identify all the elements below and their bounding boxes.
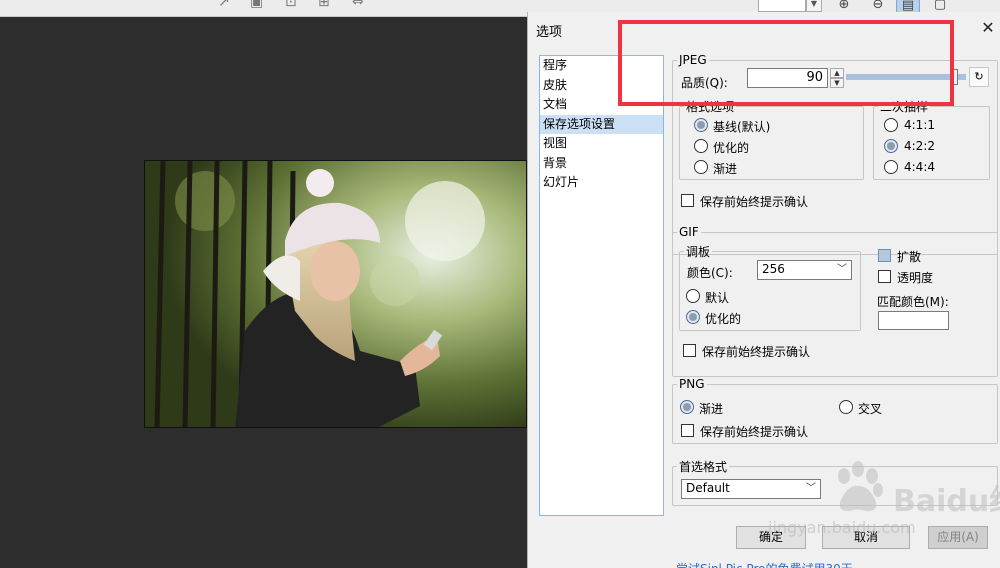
png-interlaced-label: 交叉 <box>858 402 883 416</box>
dither-label: 扩散 <box>897 250 922 264</box>
png-confirm-checkbox[interactable] <box>681 424 694 437</box>
palette-default-radio[interactable] <box>686 289 700 303</box>
preferred-format-value: Default <box>686 481 730 495</box>
baidu-paw-icon <box>838 461 883 512</box>
preferred-format-legend: 首选格式 <box>679 460 728 474</box>
subsample-444-radio[interactable] <box>884 160 898 174</box>
png-confirm-label: 保存前始终提示确认 <box>700 425 809 439</box>
match-color-label: 匹配颜色(M): <box>877 295 949 309</box>
format-baseline-label: 基线(默认) <box>713 120 771 134</box>
reset-quality-icon[interactable]: ↻ <box>969 67 989 87</box>
crop-icon[interactable]: ⊡ <box>285 0 297 10</box>
subsample-444-label: 4:4:4 <box>904 160 935 174</box>
nav-item-view[interactable]: 视图 <box>540 134 663 154</box>
watermark-brand: Baidu经验 <box>893 484 1000 519</box>
gif-confirm-label: 保存前始终提示确认 <box>702 345 811 359</box>
preferred-format-select[interactable]: Default ﹀ <box>681 479 821 499</box>
subsample-411-label: 4:1:1 <box>904 118 935 132</box>
gif-confirm-checkbox[interactable] <box>683 344 696 357</box>
format-progressive-label: 渐进 <box>713 162 738 176</box>
palette-optimized-label: 优化的 <box>705 312 742 326</box>
resize-icon[interactable]: ⇔ <box>352 0 364 10</box>
gif-legend: GIF <box>679 225 699 239</box>
close-icon[interactable]: ✕ <box>979 18 997 37</box>
apply-button[interactable]: 应用(A) <box>928 526 988 549</box>
palette-legend: 调板 <box>686 245 711 259</box>
chevron-down-icon: ﹀ <box>837 264 847 275</box>
fit-icon[interactable]: ⊞ <box>318 0 330 10</box>
format-optimized-radio[interactable] <box>694 139 708 153</box>
subsample-422-radio[interactable] <box>884 139 898 153</box>
subsample-411-radio[interactable] <box>884 118 898 132</box>
colors-label: 颜色(C): <box>687 266 733 280</box>
nav-item-background[interactable]: 背景 <box>540 154 663 174</box>
nav-item-save-options[interactable]: 保存选项设置 <box>540 114 663 134</box>
preview-photo <box>144 160 527 428</box>
match-color-input[interactable] <box>878 311 949 330</box>
options-nav-list: 程序 皮肤 文档 保存选项设置 视图 背景 幻灯片 <box>539 55 664 516</box>
format-baseline-radio[interactable] <box>694 118 708 132</box>
chevron-down-icon: ﹀ <box>806 483 816 494</box>
zoom-level-field[interactable] <box>758 0 806 12</box>
nav-item-slideshow[interactable]: 幻灯片 <box>540 173 663 193</box>
format-optimized-label: 优化的 <box>713 141 750 155</box>
rotate-icon[interactable]: ▣ <box>250 0 263 10</box>
watermark-url: jingyan.baidu.com <box>768 518 916 537</box>
palette-optimized-radio[interactable] <box>686 310 700 324</box>
subsample-422-label: 4:2:2 <box>904 139 935 153</box>
trial-link[interactable]: 尝试Sinl Pic Pro的免费试用30天 <box>676 560 853 568</box>
colors-select[interactable]: 256 ﹀ <box>757 260 852 280</box>
palette-default-label: 默认 <box>705 291 730 305</box>
dialog-title: 选项 <box>536 25 563 40</box>
transparency-label: 透明度 <box>897 271 934 285</box>
colors-value: 256 <box>762 262 785 276</box>
png-progressive-label: 渐进 <box>699 402 724 416</box>
jpeg-confirm-label: 保存前始终提示确认 <box>700 195 809 209</box>
jpeg-confirm-checkbox[interactable] <box>681 194 694 207</box>
zoom-dropdown-icon[interactable]: ▼ <box>806 0 822 12</box>
png-legend: PNG <box>679 377 705 391</box>
format-progressive-radio[interactable] <box>694 160 708 174</box>
png-progressive-radio[interactable] <box>680 400 694 414</box>
transparency-checkbox[interactable] <box>878 270 891 283</box>
png-interlaced-radio[interactable] <box>839 400 853 414</box>
highlight-annotation <box>618 20 954 106</box>
dither-checkbox[interactable] <box>878 249 891 262</box>
expand-icon[interactable]: ↗ <box>218 0 230 10</box>
